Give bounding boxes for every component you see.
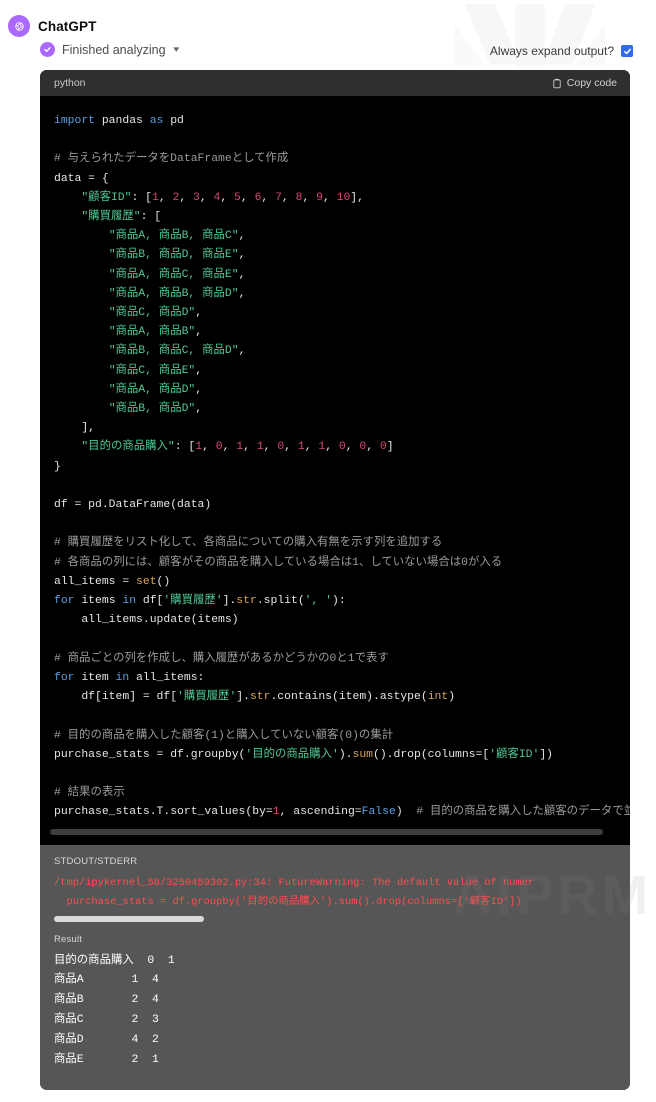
code-scrollbar-thumb[interactable] bbox=[50, 828, 603, 835]
stderr-line-2: purchase_stats = df.groupby('目的の商品購入').s… bbox=[54, 895, 522, 908]
code-body[interactable]: import pandas as pd # 与えられたデータをDataFrame… bbox=[40, 96, 630, 845]
analysis-status-toggle[interactable]: Finished analyzing ▾ bbox=[40, 42, 179, 57]
code-block-header: python Copy code bbox=[40, 70, 630, 96]
stdout-scrollbar-thumb[interactable] bbox=[54, 915, 204, 922]
stdout-horizontal-scrollbar[interactable] bbox=[54, 915, 630, 922]
result-section: Result 目的の商品購入 0 1 商品A 1 4 商品B 2 4 商品C 2… bbox=[40, 921, 630, 1091]
screenshot-root: ChatGPT Finished analyzing ▾ Always expa… bbox=[0, 0, 656, 1102]
result-label: Result bbox=[54, 933, 83, 945]
assistant-name: ChatGPT bbox=[38, 18, 97, 34]
check-circle-icon bbox=[40, 42, 55, 57]
analysis-status-label: Finished analyzing bbox=[62, 42, 166, 57]
stdout-section: STDOUT/STDERR /tmp/ipykernel_58/32504593… bbox=[40, 844, 630, 922]
stdout-label: STDOUT/STDERR bbox=[54, 855, 138, 867]
watermark-logo-top bbox=[465, 4, 595, 66]
always-expand-output-control[interactable]: Always expand output? bbox=[490, 44, 633, 58]
always-expand-output-label: Always expand output? bbox=[489, 44, 614, 58]
clipboard-icon bbox=[552, 78, 562, 89]
result-table: 目的の商品購入 0 1 商品A 1 4 商品B 2 4 商品C 2 3 商品D … bbox=[54, 954, 175, 1066]
stderr-line-1: /tmp/ipykernel_58/3250459302.py:34: Futu… bbox=[54, 876, 535, 889]
python-source: import pandas as pd # 与えられたデータをDataFrame… bbox=[54, 115, 630, 819]
copy-code-button[interactable]: Copy code bbox=[552, 77, 617, 89]
code-language-label: python bbox=[54, 77, 86, 89]
code-horizontal-scrollbar[interactable] bbox=[50, 828, 620, 835]
code-block: python Copy code import pandas as pd # 与… bbox=[40, 70, 630, 1091]
chevron-down-icon[interactable]: ▾ bbox=[173, 45, 179, 54]
assistant-header: ChatGPT bbox=[8, 15, 96, 37]
openai-logo-icon bbox=[8, 15, 30, 37]
always-expand-output-checkbox[interactable] bbox=[621, 45, 633, 57]
copy-code-label: Copy code bbox=[566, 77, 617, 89]
